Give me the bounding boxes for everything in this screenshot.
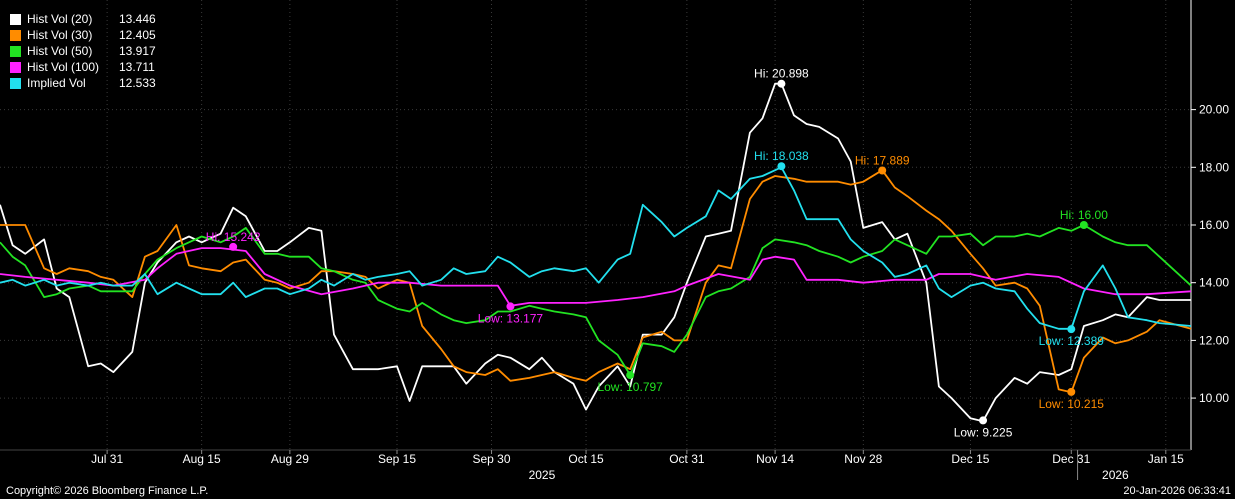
legend-item: Hist Vol (100) 13.711 [10,59,156,75]
legend-last-value: 13.917 [119,44,156,58]
legend-item: Implied Vol 12.533 [10,75,156,91]
hi-marker-3 [229,242,238,251]
y-tick-label: 14.00 [1199,276,1229,290]
x-tick-label: Jan 15 [1148,452,1184,466]
hi-marker-2 [1079,221,1088,229]
low-marker-4 [1067,325,1076,334]
y-tick-label: 10.00 [1199,391,1229,405]
legend-last-value: 12.405 [119,28,156,42]
low-label-2: Low: 10.797 [597,380,663,394]
x-tick-label: Jul 31 [91,452,123,466]
legend-swatch [10,61,21,73]
y-axis: 10.00 12.00 14.00 16.00 18.00 20.00 [1190,0,1229,450]
y-tick-label: 20.00 [1199,103,1229,117]
low-marker-3 [506,302,515,311]
legend-series-name: Hist Vol (30) [27,28,93,42]
x-tick-label: Sep 15 [378,452,416,466]
legend-item: Hist Vol (50) 13.917 [10,43,156,59]
low-label-1: Low: 10.215 [1039,397,1105,411]
y-tick-label: 12.00 [1199,333,1229,347]
x-tick-label: Oct 31 [669,452,705,466]
copyright-text: Copyright© 2026 Bloomberg Finance L.P. [6,485,209,497]
hi-label-4: Hi: 18.038 [754,149,809,163]
legend-last-value: 13.446 [119,12,156,26]
y-tick-label: 16.00 [1199,218,1229,232]
hi-label-3: Hi: 15.242 [206,230,261,244]
hi-low-annotations: Hi: 20.898 Low: 9.225 Hi: 17.889 Low: 10.21… [206,67,1108,440]
hi-marker-0 [777,79,786,88]
legend-series-name: Hist Vol (100) [27,60,100,74]
hi-label-2: Hi: 16.00 [1060,208,1108,222]
legend-series-name: Hist Vol (50) [27,44,93,58]
x-tick-label: Nov 28 [844,452,882,466]
legend-item: Hist Vol (30) 12.405 [10,27,156,43]
legend: Hist Vol (20) 13.446 Hist Vol (30) 12.405 Hi… [10,11,156,91]
x-tick-label: Dec 31 [1052,452,1090,466]
vol-chart: 10.00 12.00 14.00 16.00 18.00 20.00 Jul 31 Aug… [0,0,1229,482]
series-lines [0,82,1192,423]
legend-item: Hist Vol (20) 13.446 [10,11,156,27]
legend-swatch [10,77,21,89]
legend-swatch [10,13,21,25]
x-tick-label: Oct 15 [568,452,604,466]
hi-marker-1 [878,166,887,175]
series-line-1 [0,169,1192,394]
low-label-3: Low: 13.177 [478,311,544,325]
series-line-3 [0,247,1192,307]
low-label-4: Low: 12.389 [1039,334,1105,348]
y-tick-label: 18.00 [1199,160,1229,174]
legend-last-value: 12.533 [119,76,156,90]
legend-last-value: 13.711 [119,60,155,74]
legend-series-name: Implied Vol [27,76,86,90]
legend-swatch [10,29,21,41]
legend-swatch [10,45,21,57]
x-axis: Jul 31 Aug 15 Aug 29 Sep 15 Sep 30 Oct 15 Oct … [0,449,1191,482]
series-line-2 [0,224,1192,376]
hi-marker-4 [777,162,786,171]
chart-grid [0,0,1191,450]
x-tick-label: Nov 14 [756,452,794,466]
x-year-label: 2025 [529,468,556,482]
low-marker-1 [1067,387,1076,396]
low-marker-2 [626,371,635,380]
hi-label-1: Hi: 17.889 [855,154,910,168]
x-year-label: 2026 [1102,468,1129,482]
x-tick-label: Aug 15 [183,452,221,466]
hi-label-0: Hi: 20.898 [754,67,809,81]
legend-series-name: Hist Vol (20) [27,12,93,26]
x-tick-label: Sep 30 [473,452,511,466]
low-marker-0 [979,416,988,425]
low-label-0: Low: 9.225 [954,425,1013,439]
x-tick-label: Dec 15 [951,452,989,466]
x-tick-label: Aug 29 [271,452,309,466]
timestamp-text: 20-Jan-2026 06:33:41 [1123,485,1231,497]
